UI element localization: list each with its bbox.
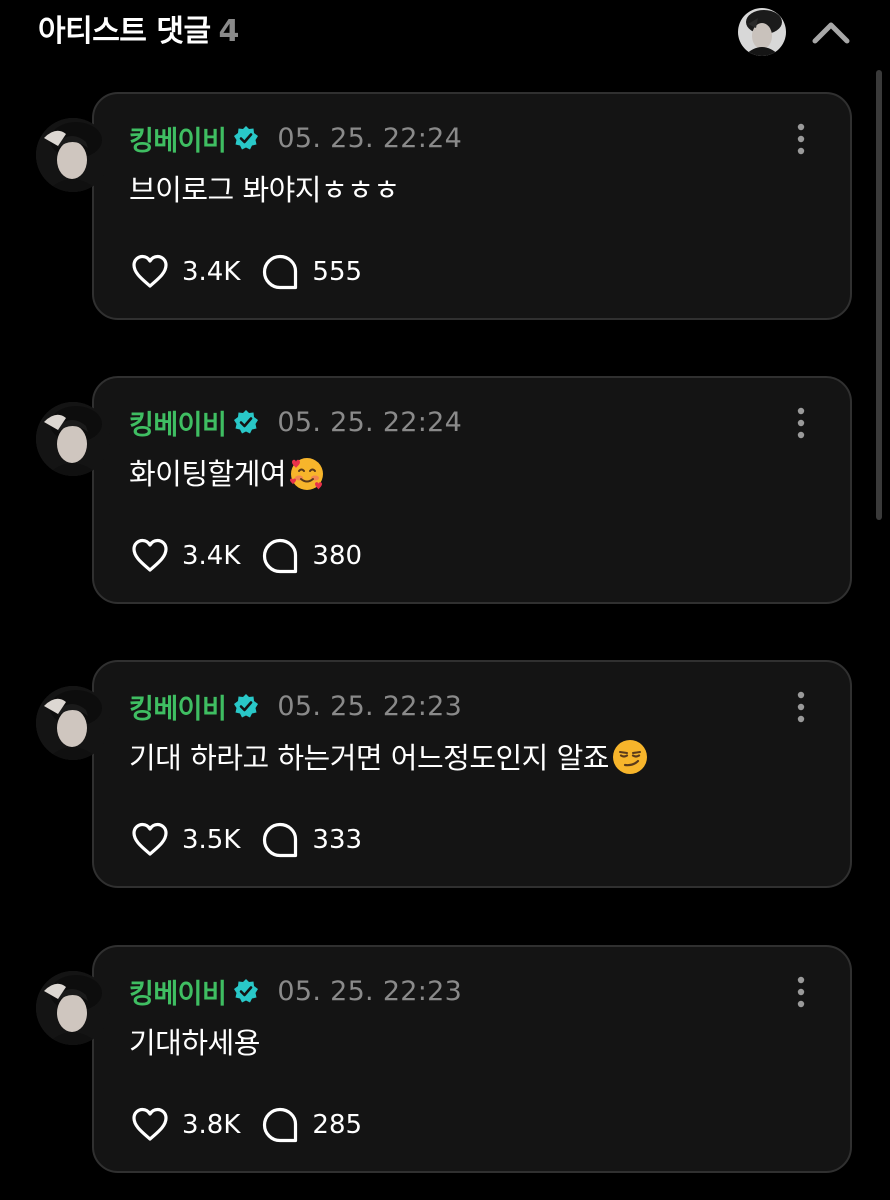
comment-actions: 3.4K 380 xyxy=(130,536,362,576)
heart-icon[interactable] xyxy=(130,1105,170,1145)
heart-icon[interactable] xyxy=(130,820,170,860)
avatar[interactable] xyxy=(36,686,110,760)
verified-badge-icon xyxy=(234,410,259,434)
comment-card: 킹베이비 05. 25. 22:23 기대하세용 3.8K 285 xyxy=(92,945,852,1173)
comment-text: 기대하세용 xyxy=(129,1023,260,1063)
comment-text-content: 기대 하라고 하는거면 어느정도인지 알죠 xyxy=(129,741,609,775)
verified-badge-icon xyxy=(234,979,259,1003)
like-count: 3.4K xyxy=(182,257,241,287)
more-options-icon[interactable] xyxy=(794,975,808,1009)
reply-count: 285 xyxy=(312,1110,363,1140)
author-name[interactable]: 킹베이비 xyxy=(129,119,227,158)
comment-item: 킹베이비 05. 25. 22:24 브이로그 봐야지ㅎㅎㅎ 3.4K 555 xyxy=(0,92,890,322)
chevron-up-icon[interactable] xyxy=(808,12,854,52)
more-options-icon[interactable] xyxy=(794,406,808,440)
like-count: 3.8K xyxy=(182,1110,241,1140)
comment-text-content: 기대하세용 xyxy=(129,1026,260,1060)
comment-text: 브이로그 봐야지ㅎㅎㅎ xyxy=(129,170,400,210)
avatar[interactable] xyxy=(36,118,110,192)
comment-item: 킹베이비 05. 25. 22:23 기대하세용 3.8K 285 xyxy=(0,945,890,1175)
comment-card: 킹베이비 05. 25. 22:24 화이팅할게여 3.4K 380 xyxy=(92,376,852,604)
header-title-text: 아티스트 댓글 xyxy=(38,14,211,49)
comment-text-content: 브이로그 봐야지ㅎㅎㅎ xyxy=(129,173,400,207)
comment-meta: 킹베이비 05. 25. 22:24 xyxy=(129,403,463,442)
comment-item: 킹베이비 05. 25. 22:23 기대 하라고 하는거면 어느정도인지 알죠 xyxy=(0,660,890,890)
comment-timestamp: 05. 25. 22:24 xyxy=(277,122,463,154)
heart-icon[interactable] xyxy=(130,252,170,292)
comment-count: 4 xyxy=(218,14,240,49)
like-count: 3.4K xyxy=(182,541,241,571)
reply-count: 555 xyxy=(312,257,363,287)
more-options-icon[interactable] xyxy=(794,122,808,156)
comment-actions: 3.4K 555 xyxy=(130,252,362,292)
smirking-face-emoji xyxy=(612,740,647,774)
like-count: 3.5K xyxy=(182,825,241,855)
comment-card: 킹베이비 05. 25. 22:24 브이로그 봐야지ㅎㅎㅎ 3.4K 555 xyxy=(92,92,852,320)
comments-header: 아티스트 댓글 4 xyxy=(0,0,890,70)
author-name[interactable]: 킹베이비 xyxy=(129,403,227,442)
verified-badge-icon xyxy=(234,694,259,718)
comment-timestamp: 05. 25. 22:23 xyxy=(277,975,463,1007)
reply-bubble-icon[interactable] xyxy=(260,820,300,860)
comment-timestamp: 05. 25. 22:24 xyxy=(277,406,463,438)
header-avatar[interactable] xyxy=(738,8,786,56)
comment-card: 킹베이비 05. 25. 22:23 기대 하라고 하는거면 어느정도인지 알죠 xyxy=(92,660,852,888)
verified-badge-icon xyxy=(234,126,259,150)
avatar[interactable] xyxy=(36,402,110,476)
comment-actions: 3.5K 333 xyxy=(130,820,362,860)
comment-meta: 킹베이비 05. 25. 22:23 xyxy=(129,972,463,1011)
comment-actions: 3.8K 285 xyxy=(130,1105,362,1145)
more-options-icon[interactable] xyxy=(794,690,808,724)
heart-icon[interactable] xyxy=(130,536,170,576)
comment-meta: 킹베이비 05. 25. 22:24 xyxy=(129,119,463,158)
author-name[interactable]: 킹베이비 xyxy=(129,972,227,1011)
reply-count: 380 xyxy=(312,541,363,571)
smiling-face-with-hearts-emoji xyxy=(290,458,324,490)
reply-bubble-icon[interactable] xyxy=(260,536,300,576)
reply-count: 333 xyxy=(312,825,363,855)
comment-timestamp: 05. 25. 22:23 xyxy=(277,690,463,722)
comment-text-content: 화이팅할게여 xyxy=(129,457,287,491)
reply-bubble-icon[interactable] xyxy=(260,252,300,292)
author-name[interactable]: 킹베이비 xyxy=(129,687,227,726)
reply-bubble-icon[interactable] xyxy=(260,1105,300,1145)
header-title: 아티스트 댓글 4 xyxy=(38,12,239,52)
avatar[interactable] xyxy=(36,971,110,1045)
comment-item: 킹베이비 05. 25. 22:24 화이팅할게여 3.4K 380 xyxy=(0,376,890,606)
comment-meta: 킹베이비 05. 25. 22:23 xyxy=(129,687,463,726)
comment-text: 화이팅할게여 xyxy=(129,454,326,494)
comment-text: 기대 하라고 하는거면 어느정도인지 알죠 xyxy=(129,738,649,778)
